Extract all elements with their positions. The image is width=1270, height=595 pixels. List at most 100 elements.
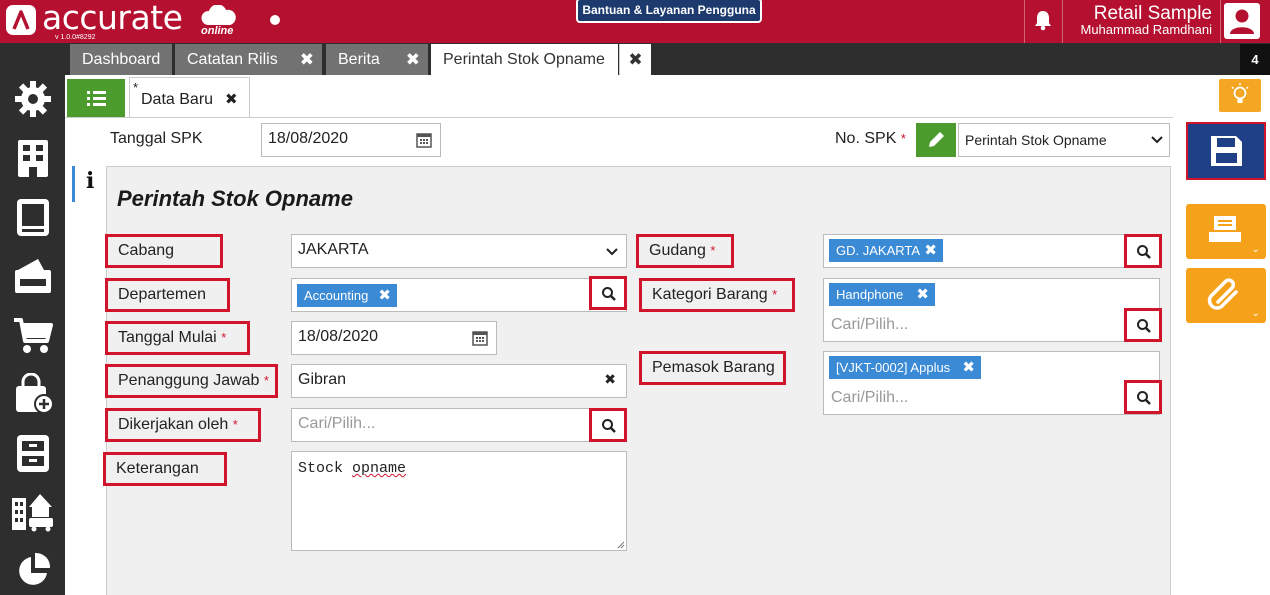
remove-chip-icon[interactable]: ✖ [962,356,975,379]
tab-count-badge[interactable]: 4 [1240,44,1270,75]
assets-icon[interactable] [12,490,54,532]
chip-label: Accounting [304,288,369,303]
kategori-barang-search-button[interactable] [1124,308,1162,342]
calendar-icon[interactable] [416,132,432,148]
departemen-search-button[interactable] [589,276,627,310]
gudang-label: Gudang * [636,234,734,268]
list-view-button[interactable] [67,79,125,118]
form-title: Perintah Stok Opname [117,186,353,211]
save-button[interactable] [1186,122,1266,180]
remove-chip-icon[interactable]: ✖ [916,283,929,306]
misspelled-word: opname [352,460,407,477]
required-marker: * [710,243,716,258]
chip-label: Handphone [836,287,904,302]
kategori-barang-chip: Handphone ✖ [829,283,935,306]
logo-badge-icon [6,5,36,35]
logo-text: accurate [42,0,183,37]
departemen-label: Departemen [105,278,230,312]
departemen-label-text: Departemen [118,286,207,303]
gudang-field[interactable]: GD. JAKARTA ✖ [823,234,1160,268]
no-spk-label: No. SPK * [835,130,906,148]
tanggal-mulai-label-text: Tanggal Mulai [118,329,217,346]
keterangan-value: Stock opname [298,460,406,477]
cabang-select[interactable]: JAKARTA [291,234,627,268]
bell-icon[interactable] [1033,9,1053,31]
subtab-data-baru[interactable]: * Data Baru ✖ [129,77,250,118]
tab-perintah-stok-opname[interactable]: Perintah Stok Opname [431,44,618,75]
close-icon[interactable]: ✖ [225,90,238,108]
tab-dashboard[interactable]: Dashboard [70,44,172,75]
tanggal-spk-field[interactable]: 18/08/2020 [261,123,441,157]
chevron-down-icon: ⌄ [1251,308,1260,319]
remove-chip-icon[interactable]: ✖ [924,239,937,262]
pemasok-barang-search-button[interactable] [1124,380,1162,414]
top-header: accurate online v 1.0.0#8292 Bantuan & L… [0,0,1270,43]
kategori-barang-label: Kategori Barang * [639,278,795,312]
close-icon[interactable]: ✖ [300,44,314,75]
dikerjakan-oleh-label-text: Dikerjakan oleh [118,416,229,433]
header-divider [1062,0,1063,43]
kategori-barang-label-text: Kategori Barang [652,286,768,303]
tab-berita[interactable]: Berita ✖ [326,44,428,75]
close-icon[interactable]: ✖ [406,44,420,75]
tanggal-mulai-field[interactable]: 18/08/2020 [291,321,497,355]
logo-cloud-icon [200,5,238,27]
pemasok-barang-placeholder: Cari/Pilih... [831,389,909,406]
attachment-button[interactable]: ⌄ [1186,268,1266,323]
edit-number-button[interactable] [916,123,956,157]
chip-label: GD. JAKARTA [836,243,921,258]
search-icon [602,287,616,301]
dikerjakan-oleh-field[interactable]: Cari/Pilih... [291,408,627,442]
cabinet-icon[interactable] [12,432,54,474]
app-logo[interactable]: accurate online v 1.0.0#8292 [4,0,244,42]
no-spk-label-text: No. SPK [835,130,897,147]
dikerjakan-oleh-search-button[interactable] [589,408,627,442]
help-support-button[interactable]: Bantuan & Layanan Pengguna [576,0,762,23]
gudang-search-button[interactable] [1124,234,1162,268]
chevron-down-icon [1151,135,1163,144]
chip-label: [VJKT-0002] Applus [836,360,951,375]
resize-handle-icon[interactable] [615,539,625,549]
info-icon: i [86,168,95,194]
shopping-bag-icon[interactable] [12,373,54,415]
search-icon [1137,319,1151,333]
pie-chart-icon[interactable] [12,549,54,591]
pemasok-barang-label-text: Pemasok Barang [652,359,775,376]
kategori-barang-field[interactable]: Handphone ✖ Cari/Pilih... [823,278,1160,342]
wallet-icon[interactable] [12,254,54,296]
tanggal-spk-value: 18/08/2020 [268,130,349,147]
lightbulb-icon[interactable] [1219,79,1261,112]
search-icon [602,419,616,433]
no-spk-select[interactable]: Perintah Stok Opname [958,123,1170,157]
print-button[interactable]: ⌄ [1186,204,1266,259]
clear-icon[interactable]: ✖ [604,371,616,388]
required-marker: * [221,330,227,345]
remove-chip-icon[interactable]: ✖ [378,284,391,307]
dikerjakan-oleh-placeholder: Cari/Pilih... [298,415,376,432]
user-name[interactable]: Muhammad Ramdhani [1080,22,1212,37]
close-icon[interactable]: ✖ [619,44,651,75]
keterangan-textarea[interactable]: Stock opname [291,451,627,551]
calendar-icon[interactable] [472,330,488,346]
header-divider [1024,0,1025,43]
pemasok-barang-chip: [VJKT-0002] Applus ✖ [829,356,981,379]
ledger-icon[interactable] [12,196,54,238]
info-tab[interactable]: i [72,166,107,202]
cabang-label-text: Cabang [118,242,175,259]
cabang-value: JAKARTA [298,241,369,258]
departemen-field[interactable]: Accounting ✖ [291,278,627,312]
tab-label: Catatan Rilis [187,51,278,68]
tab-catatan-rilis[interactable]: Catatan Rilis ✖ [175,44,322,75]
gear-icon[interactable] [12,78,54,120]
dikerjakan-oleh-label: Dikerjakan oleh * [105,408,261,442]
required-marker: * [263,373,269,388]
tanggal-spk-label: Tanggal SPK [110,130,203,147]
tanggal-mulai-label: Tanggal Mulai * [105,321,250,355]
pemasok-barang-field[interactable]: [VJKT-0002] Applus ✖ Cari/Pilih... [823,351,1160,415]
user-avatar-icon[interactable] [1224,3,1260,39]
required-marker: * [232,417,238,432]
cart-icon[interactable] [12,314,54,356]
penanggung-jawab-field[interactable]: Gibran ✖ [291,364,627,398]
pemasok-barang-label: Pemasok Barang [639,351,786,385]
building-icon[interactable] [12,137,54,179]
